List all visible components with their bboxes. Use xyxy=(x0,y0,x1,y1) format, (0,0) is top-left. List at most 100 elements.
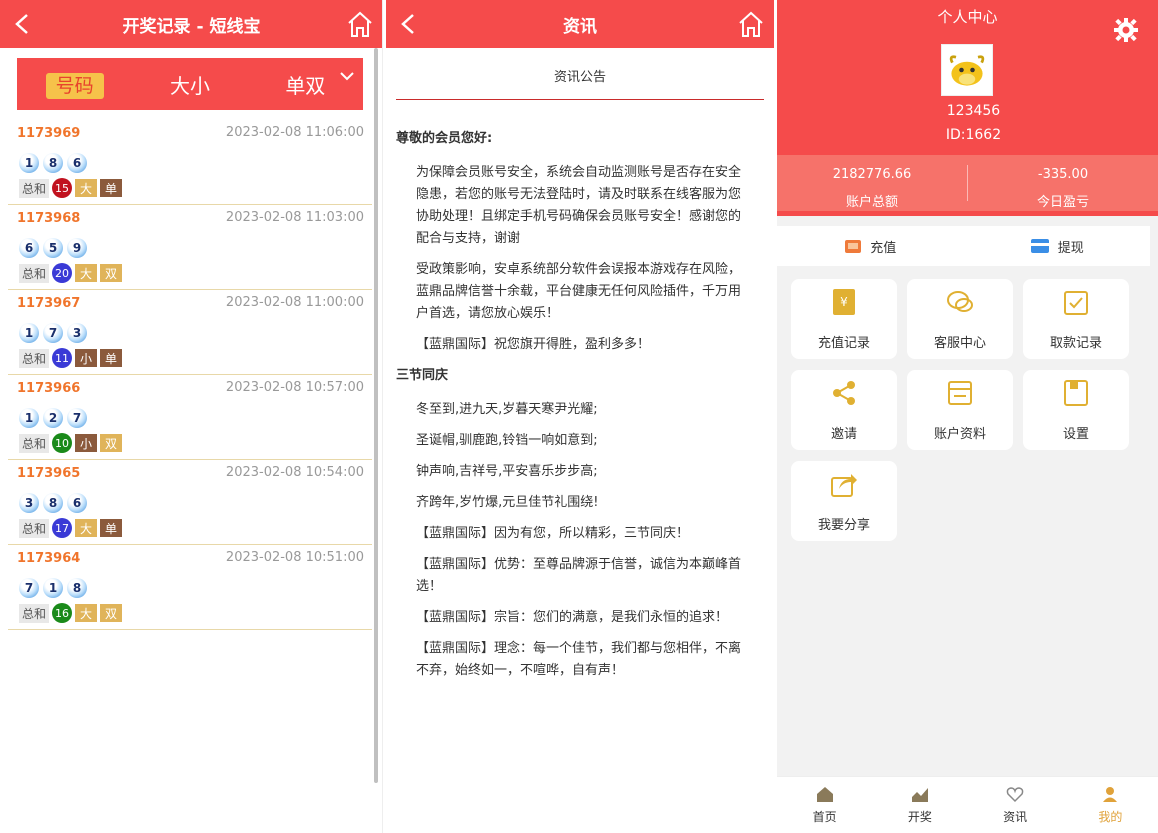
balance-value: 2182776.66 xyxy=(832,167,912,182)
tab-news[interactable]: 资讯 xyxy=(968,777,1063,833)
chat-icon xyxy=(947,291,973,312)
username: 123456 xyxy=(946,103,1001,119)
menu-invite[interactable]: 邀请 xyxy=(791,370,897,450)
menu-share[interactable]: 我要分享 xyxy=(791,461,897,541)
number-ball: 5 xyxy=(43,238,63,258)
recharge-label: 充值 xyxy=(870,240,897,256)
profile-panel: 个人中心 123456 ID:1662 2182776.66 账户总额 -335… xyxy=(777,0,1158,833)
user-id: ID:1662 xyxy=(945,127,1002,143)
home-icon xyxy=(816,787,833,802)
sum-label: 总和 xyxy=(19,178,50,198)
news-title: 资讯 xyxy=(563,16,597,37)
balance-stat: 2182776.66 账户总额 xyxy=(777,155,967,211)
history-header: 开奖记录 - 短线宝 xyxy=(0,0,382,48)
issue-number: 1173969 xyxy=(17,126,81,141)
tab-label: 我的 xyxy=(1098,810,1123,824)
menu-settings[interactable]: 设置 xyxy=(1023,370,1129,450)
menu-customer-service[interactable]: 客服中心 xyxy=(907,279,1013,359)
sum-label: 总和 xyxy=(19,603,50,623)
recharge-record-icon: ¥ xyxy=(833,289,855,315)
news-paragraph: 受政策影响，安卓系统部分软件会误报本游戏存在风险，蓝鼎品牌信誉十余载，平台健康无… xyxy=(416,262,742,321)
news-heading: 三节同庆 xyxy=(396,368,449,383)
issue-number: 1173967 xyxy=(17,296,81,311)
tab-lottery[interactable]: 开奖 xyxy=(872,777,967,833)
withdraw-label: 提现 xyxy=(1057,240,1084,256)
record-row: 1173968 2023-02-08 11:03:00 6 5 9 总和 20 大双 xyxy=(8,205,372,290)
number-ball: 8 xyxy=(43,153,63,173)
draw-time: 2023-02-08 11:00:00 xyxy=(225,295,364,310)
news-paragraph: 为保障会员账号安全，系统会自动监测账号是否存在安全隐患，若您的账号无法登陆时，请… xyxy=(416,165,742,246)
number-ball: 9 xyxy=(67,238,87,258)
draw-time: 2023-02-08 10:54:00 xyxy=(225,465,364,480)
menu-recharge-records[interactable]: ¥ 充值记录 xyxy=(791,279,897,359)
parity-tag: 单 xyxy=(100,519,123,537)
account-stats: 2182776.66 账户总额 -335.00 今日盈亏 xyxy=(777,155,1158,211)
sum-value: 20 xyxy=(52,263,73,283)
news-paragraph: 【蓝鼎国际】祝您旗开得胜，盈利多多！ xyxy=(416,337,651,352)
tab-number[interactable]: 号码 xyxy=(17,71,132,99)
recharge-button[interactable]: 充值 xyxy=(777,237,964,256)
svg-text:¥: ¥ xyxy=(840,295,848,309)
back-icon[interactable] xyxy=(398,12,420,36)
size-tag: 大 xyxy=(75,179,98,197)
avatar-ox-icon xyxy=(949,55,985,86)
ball-group: 186 xyxy=(19,153,87,173)
record-row: 1173966 2023-02-08 10:57:00 1 2 7 总和 10 小双 xyxy=(8,375,372,460)
wallet-icon xyxy=(845,240,862,253)
scrollbar[interactable] xyxy=(374,48,378,783)
news-header: 资讯 xyxy=(386,0,774,48)
parity-tag: 双 xyxy=(100,604,123,622)
number-ball: 6 xyxy=(67,493,87,513)
home-icon[interactable] xyxy=(738,10,764,38)
news-paragraph: 【蓝鼎国际】优势：至尊品牌源于信誉，诚信为本巅峰首选！ xyxy=(416,557,742,594)
quick-actions: 充值 提现 xyxy=(777,226,1150,266)
record-list: 1173969 2023-02-08 11:06:00 1 8 6 总和 15 大单 11739… xyxy=(8,120,372,630)
news-article: 尊敬的会员您好: 为保障会员账号安全，系统会自动监测账号是否存在安全隐患，若您的… xyxy=(396,126,762,691)
parity-tag: 单 xyxy=(100,349,123,367)
chart-icon xyxy=(911,788,928,802)
profit-stat: -335.00 今日盈亏 xyxy=(968,155,1158,211)
chevron-down-icon[interactable] xyxy=(339,68,355,84)
record-row: 1173969 2023-02-08 11:06:00 1 8 6 总和 15 大单 xyxy=(8,120,372,205)
draw-time: 2023-02-08 11:06:00 xyxy=(225,125,364,140)
back-icon[interactable] xyxy=(12,12,34,36)
sum-label: 总和 xyxy=(19,518,50,538)
size-tag: 大 xyxy=(75,264,98,282)
withdraw-button[interactable]: 提现 xyxy=(964,237,1151,256)
avatar[interactable] xyxy=(941,44,993,96)
sum-value: 11 xyxy=(52,348,73,368)
history-title: 开奖记录 - 短线宝 xyxy=(122,16,261,37)
tab-size[interactable]: 大小 xyxy=(132,70,247,99)
size-tag: 小 xyxy=(75,349,98,367)
news-paragraph: 齐跨年,岁竹爆,元旦佳节礼围绕! xyxy=(416,495,599,510)
tab-mine[interactable]: 我的 xyxy=(1063,777,1158,833)
number-ball: 7 xyxy=(43,323,63,343)
home-icon[interactable] xyxy=(347,10,373,38)
tab-label: 资讯 xyxy=(1003,810,1028,824)
bottom-tabbar: 首页 开奖 资讯 我的 xyxy=(777,776,1158,833)
gear-icon[interactable] xyxy=(1114,18,1138,42)
share-nodes-icon xyxy=(833,381,855,405)
sum-row: 总和 15 大单 xyxy=(19,178,123,198)
size-tag: 小 xyxy=(75,434,98,452)
menu-label: 我要分享 xyxy=(817,518,870,533)
menu-account-info[interactable]: 账户资料 xyxy=(907,370,1013,450)
sum-label: 总和 xyxy=(19,348,50,368)
ball-group: 718 xyxy=(19,578,87,598)
issue-number: 1173968 xyxy=(17,211,81,226)
menu-withdraw-records[interactable]: 取款记录 xyxy=(1023,279,1129,359)
news-paragraph: 冬至到,进九天,岁暮天寒尹光耀; xyxy=(416,402,598,417)
profile-title: 个人中心 xyxy=(937,8,998,26)
profile-header: 个人中心 123456 ID:1662 2182776.66 账户总额 -335… xyxy=(777,0,1158,216)
tab-news-notice[interactable]: 资讯公告 xyxy=(396,60,764,100)
draw-time: 2023-02-08 10:51:00 xyxy=(225,550,364,565)
number-ball: 2 xyxy=(43,408,63,428)
number-ball: 1 xyxy=(19,153,39,173)
tab-home[interactable]: 首页 xyxy=(777,777,872,833)
calendar-check-icon xyxy=(1064,291,1088,315)
user-icon xyxy=(1103,787,1118,802)
ball-group: 659 xyxy=(19,238,87,258)
issue-number: 1173964 xyxy=(17,551,81,566)
draw-time: 2023-02-08 11:03:00 xyxy=(225,210,364,225)
heart-icon xyxy=(1006,787,1024,803)
